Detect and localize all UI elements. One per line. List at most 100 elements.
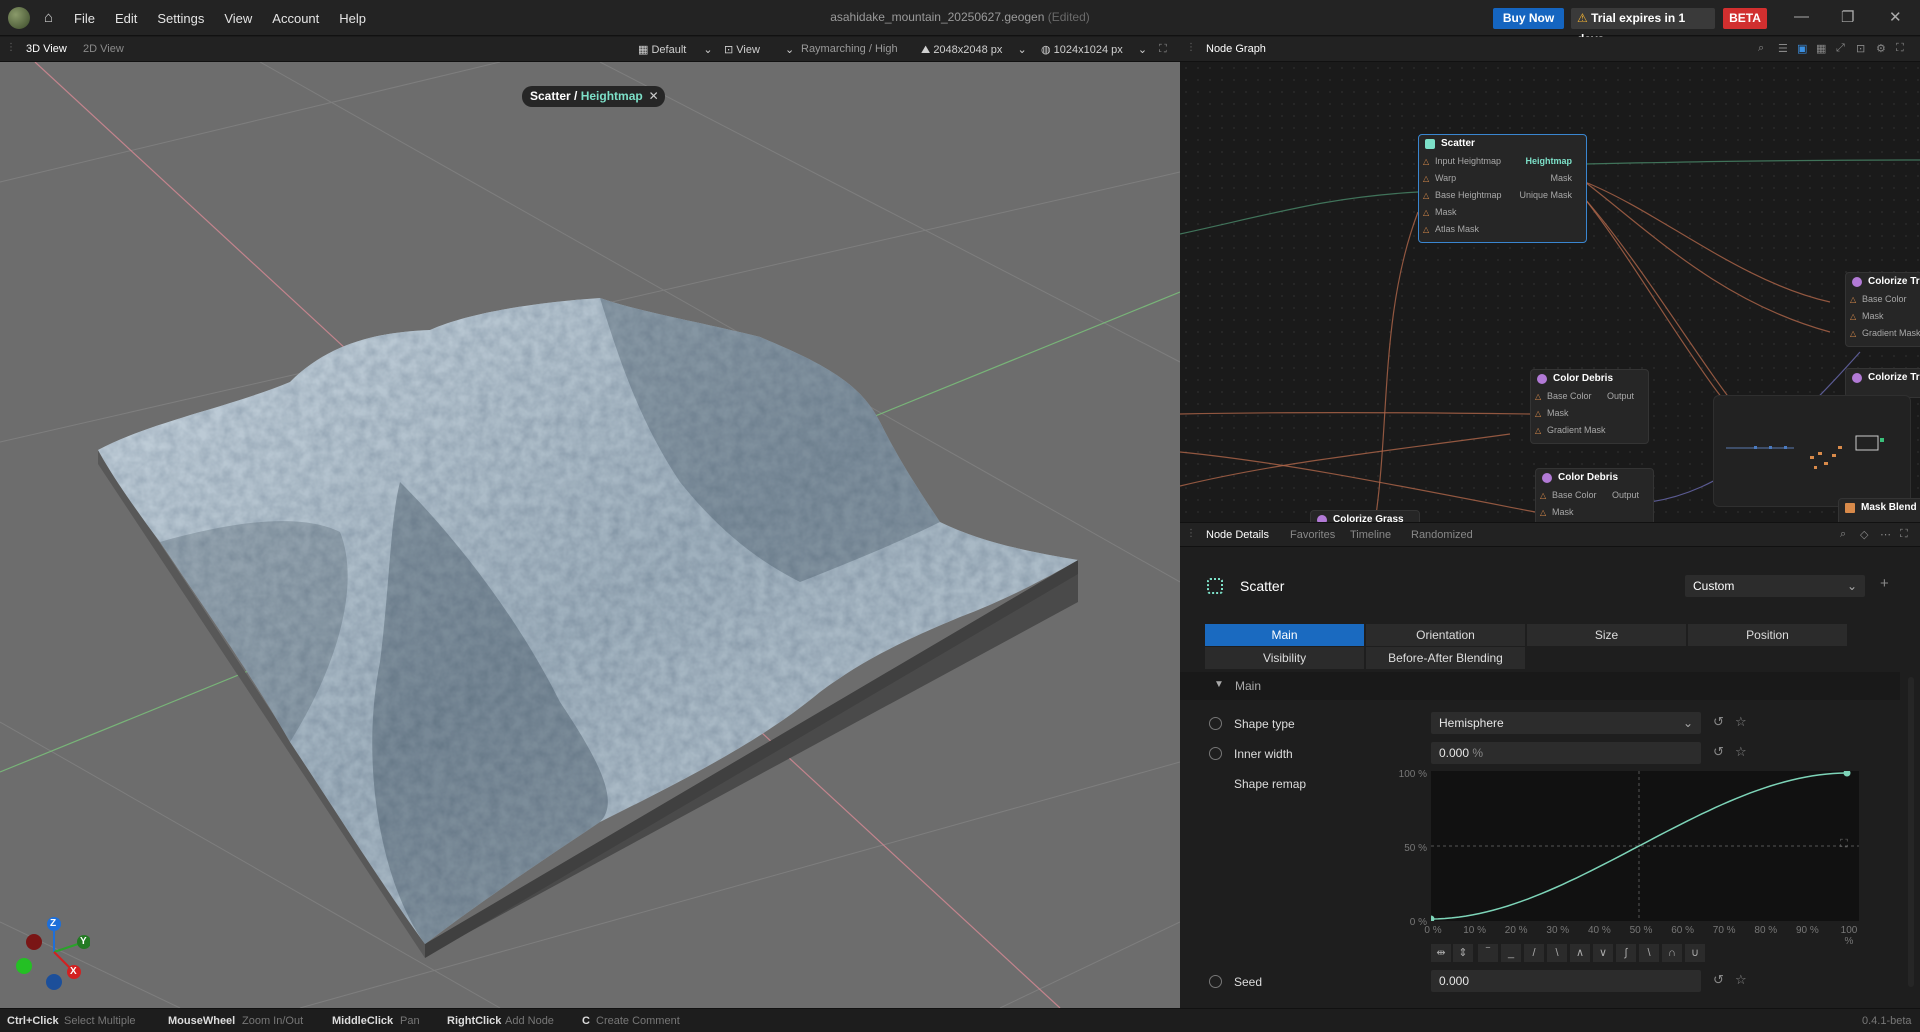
- node-colorize-trees-2[interactable]: Colorize Trees: [1845, 368, 1920, 398]
- param-tab-orientation[interactable]: Orientation: [1366, 624, 1525, 646]
- caret-down-icon: ▼: [1214, 679, 1224, 690]
- curve-tool-flip-v[interactable]: ⇕: [1453, 944, 1473, 962]
- output-chip[interactable]: Scatter / Heightmap ✕: [522, 86, 665, 107]
- seed-favorite-toggle[interactable]: [1209, 975, 1222, 988]
- curve-editor[interactable]: ⛶: [1431, 771, 1859, 921]
- grid-icon[interactable]: ▦: [1816, 42, 1826, 55]
- trial-badge[interactable]: ⚠ Trial expires in 1 days: [1571, 8, 1715, 46]
- axis-label-y: Y: [80, 936, 87, 947]
- layout-icon[interactable]: ▣: [1797, 42, 1807, 55]
- curve-preset-bump[interactable]: ∩: [1662, 944, 1682, 962]
- fit-icon[interactable]: ⊡: [1856, 42, 1865, 55]
- node-scatter[interactable]: Scatter Input HeightmapHeightmap WarpMas…: [1418, 134, 1587, 243]
- tab-2d-view[interactable]: 2D View: [83, 43, 124, 55]
- buy-now-button[interactable]: Buy Now: [1493, 8, 1564, 29]
- node-graph-canvas[interactable]: Scatter Input HeightmapHeightmap WarpMas…: [1180, 62, 1920, 522]
- node-colorize-grass[interactable]: Colorize Grass: [1310, 510, 1420, 522]
- scatter-icon: [1425, 139, 1435, 149]
- tab-3d-view[interactable]: 3D View: [26, 43, 67, 55]
- curve-preset-dip[interactable]: ∪: [1685, 944, 1705, 962]
- close-icon[interactable]: ✕: [649, 86, 659, 107]
- curve-x-tick: 60 %: [1671, 925, 1694, 936]
- reset-icon[interactable]: ↺: [1713, 744, 1724, 760]
- tab-timeline[interactable]: Timeline: [1350, 529, 1391, 541]
- close-icon[interactable]: ✕: [1889, 8, 1902, 26]
- tab-favorites[interactable]: Favorites: [1290, 529, 1335, 541]
- curve-x-tick: 70 %: [1712, 925, 1736, 936]
- expand-icon[interactable]: ⤢: [1836, 42, 1845, 55]
- node-mask-blend[interactable]: Mask Blend: [1838, 498, 1920, 522]
- curve-preset-top[interactable]: ‾: [1478, 944, 1498, 962]
- tab-randomized[interactable]: Randomized: [1411, 529, 1473, 541]
- node-colorize-trees[interactable]: Colorize Trees Base Color Mask Gradient …: [1845, 272, 1920, 347]
- port-input-heightmap[interactable]: Input HeightmapHeightmap: [1419, 153, 1586, 170]
- drag-handle-icon[interactable]: ⋮: [6, 42, 16, 53]
- view-dropdown[interactable]: ⊡ View ⌄: [724, 43, 794, 56]
- param-tab-main[interactable]: Main: [1205, 624, 1364, 646]
- remap-curve[interactable]: [1431, 771, 1859, 921]
- chevron-down-icon: ⌄: [703, 44, 713, 56]
- param-tab-size[interactable]: Size: [1527, 624, 1686, 646]
- port-mask[interactable]: Mask: [1419, 204, 1586, 221]
- drag-handle-icon[interactable]: ⋮: [1186, 528, 1196, 539]
- minimize-icon[interactable]: —: [1794, 8, 1809, 25]
- tab-node-details[interactable]: Node Details: [1206, 529, 1269, 541]
- resolution-dropdown[interactable]: ⛰ 2048x2048 px ⌄: [921, 43, 1027, 57]
- maximize-icon[interactable]: ❐: [1841, 8, 1854, 26]
- node-color-debris-2[interactable]: Color Debris Base ColorOutput Mask: [1535, 468, 1654, 522]
- fullscreen-icon[interactable]: ⛶: [1900, 528, 1908, 541]
- curve-x-tick: 80 %: [1754, 925, 1778, 936]
- seed-input[interactable]: 0.000: [1431, 970, 1701, 992]
- shape-type-favorite-toggle[interactable]: [1209, 717, 1222, 730]
- port-atlas-mask[interactable]: Atlas Mask: [1419, 221, 1586, 238]
- curve-preset-bottom[interactable]: _: [1501, 944, 1521, 962]
- star-icon[interactable]: ☆: [1735, 714, 1747, 730]
- add-preset-icon[interactable]: +: [1880, 575, 1889, 592]
- scrollbar[interactable]: [1908, 677, 1914, 987]
- curve-preset-s-inv[interactable]: \: [1639, 944, 1659, 962]
- preset-dropdown[interactable]: Custom ⌄: [1685, 575, 1865, 597]
- fullscreen-icon[interactable]: ⛶: [1159, 43, 1167, 56]
- 3d-viewport[interactable]: Scatter / Heightmap ✕ Z Y X: [0, 62, 1180, 1008]
- param-tab-visibility[interactable]: Visibility: [1205, 647, 1364, 669]
- section-header-main[interactable]: ▼ Main: [1180, 672, 1900, 700]
- shape-type-dropdown[interactable]: Hemisphere ⌄: [1431, 712, 1701, 734]
- curve-x-tick: 0 %: [1424, 925, 1442, 936]
- curve-preset-linear[interactable]: /: [1524, 944, 1544, 962]
- version-label: 0.4.1-beta: [1862, 1015, 1912, 1027]
- hint-text: Zoom In/Out: [242, 1015, 304, 1027]
- list-icon[interactable]: ☰: [1778, 42, 1788, 55]
- star-icon[interactable]: ☆: [1735, 972, 1747, 988]
- drag-handle-icon[interactable]: ⋮: [1186, 42, 1196, 53]
- seed-label: Seed: [1234, 975, 1263, 989]
- render-mode[interactable]: Raymarching / High: [801, 43, 898, 55]
- node-graph-minimap[interactable]: [1713, 395, 1911, 507]
- param-tab-position[interactable]: Position: [1688, 624, 1847, 646]
- curve-preset-linear-inv[interactable]: \: [1547, 944, 1567, 962]
- search-icon[interactable]: ⌕: [1840, 528, 1846, 541]
- inner-width-input[interactable]: 0.000 %: [1431, 742, 1701, 764]
- node-color-debris[interactable]: Color Debris Base ColorOutput Mask Gradi…: [1530, 369, 1649, 444]
- inner-width-favorite-toggle[interactable]: [1209, 747, 1222, 760]
- texture-resolution-dropdown[interactable]: ◍ 1024x1024 px ⌄: [1041, 43, 1147, 56]
- port-warp[interactable]: WarpMask: [1419, 170, 1586, 187]
- port-base-heightmap[interactable]: Base HeightmapUnique Mask: [1419, 187, 1586, 204]
- globe-icon: ◍: [1041, 44, 1051, 56]
- curve-preset-valley[interactable]: ∨: [1593, 944, 1613, 962]
- diamond-icon[interactable]: ◇: [1860, 528, 1868, 541]
- more-icon[interactable]: ⋯: [1880, 528, 1891, 541]
- hint-text: Pan: [400, 1015, 420, 1027]
- param-tab-before-after-blending[interactable]: Before-After Blending: [1366, 647, 1525, 669]
- settings-icon[interactable]: ⚙: [1876, 42, 1886, 55]
- curve-x-tick: 20 %: [1504, 925, 1528, 936]
- search-icon[interactable]: ⌕: [1758, 42, 1764, 55]
- curve-preset-s[interactable]: ∫: [1616, 944, 1636, 962]
- curve-preset-peak[interactable]: ∧: [1570, 944, 1590, 962]
- reset-icon[interactable]: ↺: [1713, 972, 1724, 988]
- star-icon[interactable]: ☆: [1735, 744, 1747, 760]
- curve-tool-flip-h[interactable]: ⇹: [1431, 944, 1451, 962]
- curve-fullscreen-icon[interactable]: ⛶: [1840, 838, 1848, 851]
- preset-dropdown[interactable]: ▦ Default ⌄: [638, 43, 713, 56]
- fullscreen-icon[interactable]: ⛶: [1896, 42, 1904, 55]
- reset-icon[interactable]: ↺: [1713, 714, 1724, 730]
